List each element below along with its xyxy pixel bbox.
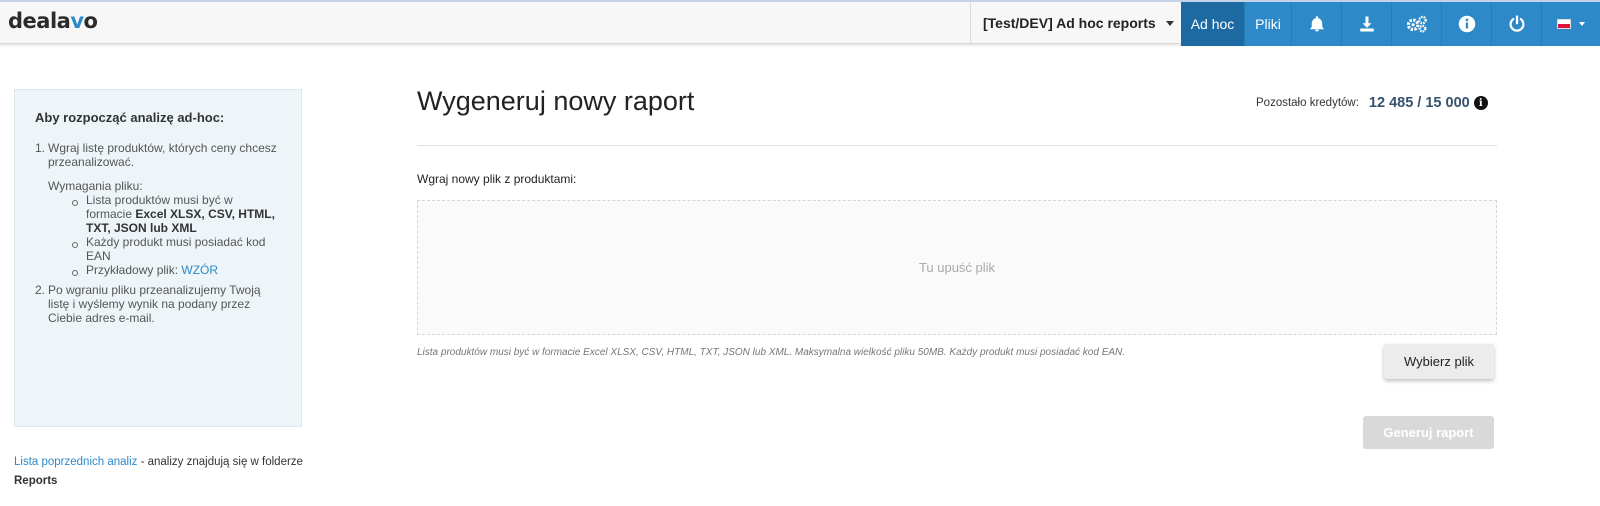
settings-icon[interactable] <box>1392 2 1442 46</box>
pl-flag-icon <box>1557 19 1571 29</box>
chevron-down-icon <box>1579 22 1585 26</box>
page-title: Wygeneruj nowy raport <box>417 86 695 116</box>
project-selector[interactable]: [Test/DEV] Ad hoc reports <box>970 2 1182 44</box>
credits-value: 12 485 / 15 000 <box>1368 95 1470 111</box>
logo[interactable]: dealavo <box>8 9 98 33</box>
credits-label: Pozostało kredytów: <box>1256 97 1359 109</box>
credits-info: Pozostało kredytów: 12 485 / 15 000 i <box>1256 95 1488 111</box>
instructions-heading: Aby rozpocząć analizę ad-hoc: <box>35 110 225 125</box>
generate-report-button[interactable]: Generuj raport <box>1363 416 1494 449</box>
file-requirements-hint: Lista produktów musi być w formacie Exce… <box>417 347 1126 358</box>
sample-file-link[interactable]: WZÓR <box>181 263 218 277</box>
top-bar: dealavo [Test/DEV] Ad hoc reports Ad hoc… <box>0 0 1600 46</box>
info-icon[interactable] <box>1442 2 1492 46</box>
tab-ad-hoc[interactable]: Ad hoc <box>1181 2 1245 46</box>
requirement-sample: Przykładowy plik: WZÓR <box>72 263 281 277</box>
requirement-format: Lista produktów musi być w formacie Exce… <box>72 193 281 235</box>
reports-folder: Reports <box>14 475 58 487</box>
info-icon[interactable]: i <box>1473 96 1488 110</box>
requirement-ean: Każdy produkt musi posiadać kod EAN <box>72 235 281 263</box>
requirements-list: Lista produktów musi być w formacie Exce… <box>48 193 281 277</box>
instruction-step-2: 2. Po wgraniu pliku przeanalizujemy Twoj… <box>35 283 261 325</box>
file-drop-zone[interactable]: Tu upuść plik <box>417 200 1497 335</box>
power-icon[interactable] <box>1492 2 1542 46</box>
requirements-title: Wymagania pliku: <box>48 179 143 193</box>
tab-pliki[interactable]: Pliki <box>1245 2 1292 46</box>
divider <box>417 145 1497 146</box>
upload-label: Wgraj nowy plik z produktami: <box>417 172 577 186</box>
instruction-step-1: 1. Wgraj listę produktów, których ceny c… <box>35 141 281 277</box>
instructions-panel: Aby rozpocząć analizę ad-hoc: 1. Wgraj l… <box>14 89 302 427</box>
language-selector[interactable] <box>1542 2 1600 46</box>
step2-text: Po wgraniu pliku przeanalizujemy Twoją l… <box>48 283 261 325</box>
drop-placeholder: Tu upuść plik <box>918 260 996 275</box>
bell-icon[interactable] <box>1292 2 1342 46</box>
previous-analyses-link[interactable]: Lista poprzednich analiz <box>14 456 137 468</box>
step1-text: Wgraj listę produktów, których ceny chce… <box>48 141 277 169</box>
download-icon[interactable] <box>1342 2 1392 46</box>
main-nav: Ad hoc Pliki <box>1181 2 1600 46</box>
project-name: [Test/DEV] Ad hoc reports <box>983 15 1156 31</box>
choose-file-button[interactable]: Wybierz plik <box>1384 344 1494 379</box>
chevron-down-icon <box>1165 20 1174 26</box>
previous-analyses-note: Lista poprzednich analiz - analizy znajd… <box>14 456 303 487</box>
